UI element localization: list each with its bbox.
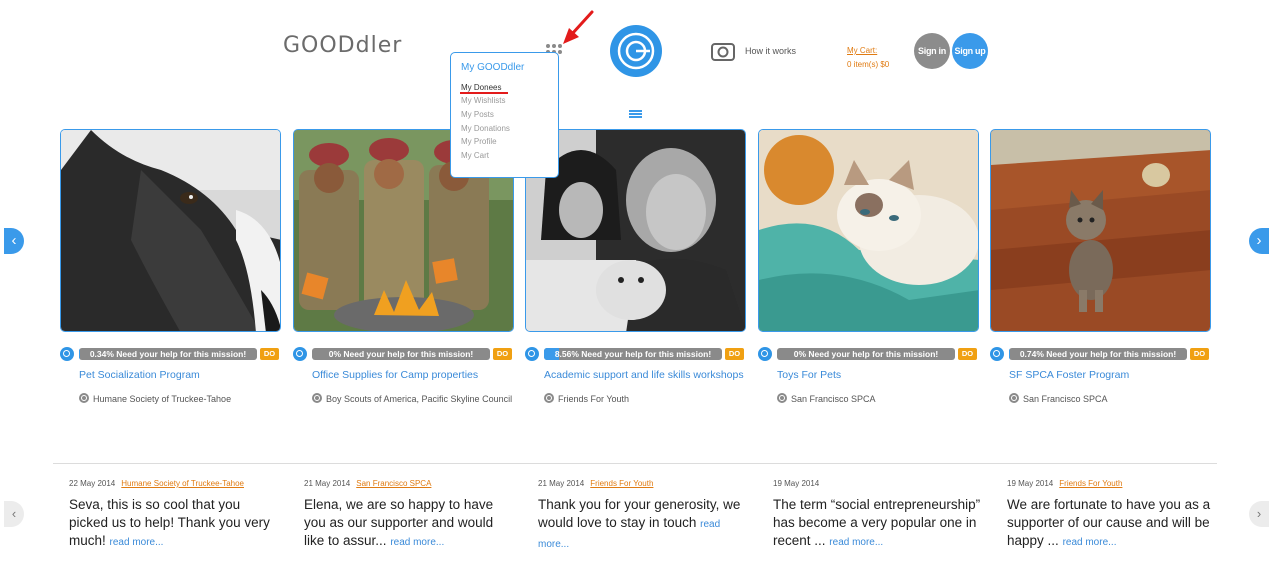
testimonial-body: Seva, this is so cool that you picked us… bbox=[69, 497, 270, 548]
testimonial-meta: 21 May 2014 Friends For Youth bbox=[538, 479, 653, 488]
sign-in-button[interactable]: Sign in bbox=[914, 33, 950, 69]
progress-text: 0.74% Need your help for this mission! bbox=[1019, 349, 1177, 359]
progress-text: 8.56% Need your help for this mission! bbox=[554, 349, 712, 359]
card-org[interactable]: Humane Society of Truckee-Tahoe bbox=[79, 393, 231, 404]
card-progress: 0% Need your help for this mission! DO bbox=[758, 347, 978, 361]
testimonial-prev-button[interactable]: ‹ bbox=[4, 501, 24, 527]
card-progress: 0.74% Need your help for this mission! D… bbox=[990, 347, 1210, 361]
read-more-link[interactable]: read more... bbox=[829, 537, 883, 548]
card-progress: 0.34% Need your help for this mission! D… bbox=[60, 347, 280, 361]
dropdown-item-my-wishlists[interactable]: My Wishlists bbox=[461, 96, 505, 105]
dropdown-title[interactable]: My GOODdler bbox=[461, 62, 524, 73]
do-button[interactable]: DO bbox=[958, 348, 977, 360]
how-it-works-icon[interactable] bbox=[711, 43, 735, 61]
dropdown-item-my-donees[interactable]: My Donees bbox=[461, 83, 501, 92]
card-title-link[interactable]: Toys For Pets bbox=[777, 369, 841, 381]
card-progress: 0% Need your help for this mission! DO bbox=[293, 347, 513, 361]
testimonial-text: Elena, we are so happy to have you as ou… bbox=[304, 496, 514, 552]
read-more-link[interactable]: read more... bbox=[110, 537, 164, 548]
testimonial-text: Seva, this is so cool that you picked us… bbox=[69, 496, 279, 552]
testimonial-date: 21 May 2014 bbox=[304, 479, 351, 488]
read-more-link[interactable]: read more... bbox=[1063, 537, 1117, 548]
testimonial-meta: 19 May 2014 bbox=[773, 479, 819, 488]
read-more-link[interactable]: read more... bbox=[390, 537, 444, 548]
cart-link[interactable]: My Cart: bbox=[847, 46, 877, 55]
card-org[interactable]: San Francisco SPCA bbox=[1009, 393, 1108, 404]
org-icon bbox=[777, 393, 787, 403]
gooddler-logo-icon bbox=[60, 347, 74, 361]
card-org[interactable]: Friends For Youth bbox=[544, 393, 629, 404]
my-gooddler-dropdown: My GOODdler My Donees My Wishlists My Po… bbox=[450, 52, 559, 178]
gooddler-logo-icon bbox=[293, 347, 307, 361]
card-title-link[interactable]: Academic support and life skills worksho… bbox=[544, 369, 744, 381]
gooddler-logo-icon bbox=[525, 347, 539, 361]
do-button[interactable]: DO bbox=[493, 348, 512, 360]
testimonial-meta: 21 May 2014 San Francisco SPCA bbox=[304, 479, 431, 488]
dropdown-item-my-posts[interactable]: My Posts bbox=[461, 110, 494, 119]
testimonial-date: 19 May 2014 bbox=[1007, 479, 1054, 488]
testimonial-text: The term “social entrepreneurship” has b… bbox=[773, 496, 983, 552]
card-image-kitten-towel[interactable] bbox=[758, 129, 979, 332]
testimonial-meta: 19 May 2014 Friends For Youth bbox=[1007, 479, 1122, 488]
cart-summary: 0 item(s) $0 bbox=[847, 60, 890, 69]
progress-bar: 8.56% Need your help for this mission! bbox=[544, 348, 722, 360]
card-image-dog[interactable] bbox=[60, 129, 281, 332]
do-button[interactable]: DO bbox=[260, 348, 279, 360]
gooddler-logo-icon[interactable] bbox=[610, 25, 662, 77]
site-logo[interactable]: GOODdler bbox=[283, 33, 402, 58]
testimonial-date: 19 May 2014 bbox=[773, 479, 820, 488]
testimonial-text: We are fortunate to have you as a suppor… bbox=[1007, 496, 1217, 552]
card-title-link[interactable]: Pet Socialization Program bbox=[79, 369, 200, 381]
card-org-name: San Francisco SPCA bbox=[791, 394, 876, 404]
testimonial-next-button[interactable]: › bbox=[1249, 501, 1269, 527]
section-divider bbox=[53, 463, 1217, 464]
card-org[interactable]: San Francisco SPCA bbox=[777, 393, 876, 404]
org-icon bbox=[1009, 393, 1019, 403]
progress-text: 0.34% Need your help for this mission! bbox=[89, 349, 247, 359]
card-image-kitten-floor[interactable] bbox=[990, 129, 1211, 332]
card-org[interactable]: Boy Scouts of America, Pacific Skyline C… bbox=[312, 393, 512, 404]
dropdown-item-my-profile[interactable]: My Profile bbox=[461, 137, 497, 146]
carousel-next-button[interactable]: › bbox=[1249, 228, 1269, 254]
annotation-underline bbox=[460, 92, 508, 94]
carousel-prev-button[interactable]: ‹ bbox=[4, 228, 24, 254]
annotation-arrow-icon bbox=[563, 10, 594, 44]
gooddler-logo-icon bbox=[758, 347, 772, 361]
gooddler-logo-icon bbox=[990, 347, 1004, 361]
testimonial-text: Thank you for your generosity, we would … bbox=[538, 496, 748, 554]
org-icon bbox=[312, 393, 322, 403]
card-org-name: Boy Scouts of America, Pacific Skyline C… bbox=[326, 394, 513, 404]
menu-icon[interactable] bbox=[629, 110, 642, 118]
sign-up-button[interactable]: Sign up bbox=[952, 33, 988, 69]
card-title-link[interactable]: SF SPCA Foster Program bbox=[1009, 369, 1129, 381]
org-icon bbox=[79, 393, 89, 403]
card-org-name: Friends For Youth bbox=[558, 394, 630, 404]
progress-text: 0% Need your help for this mission! bbox=[793, 349, 939, 359]
dropdown-item-my-donations[interactable]: My Donations bbox=[461, 124, 510, 133]
card-org-name: Humane Society of Truckee-Tahoe bbox=[93, 394, 232, 404]
card-title-link[interactable]: Office Supplies for Camp properties bbox=[312, 369, 478, 381]
testimonial-date: 22 May 2014 bbox=[69, 479, 116, 488]
testimonial-meta: 22 May 2014 Humane Society of Truckee-Tah… bbox=[69, 479, 244, 488]
testimonial-org-link[interactable]: San Francisco SPCA bbox=[356, 479, 431, 488]
do-button[interactable]: DO bbox=[1190, 348, 1209, 360]
org-icon bbox=[544, 393, 554, 403]
how-it-works-link[interactable]: How it works bbox=[745, 46, 796, 56]
card-progress: 8.56% Need your help for this mission! D… bbox=[525, 347, 745, 361]
testimonial-org-link[interactable]: Friends For Youth bbox=[590, 479, 653, 488]
do-button[interactable]: DO bbox=[725, 348, 744, 360]
card-org-name: San Francisco SPCA bbox=[1023, 394, 1108, 404]
progress-bar: 0% Need your help for this mission! bbox=[312, 348, 490, 360]
testimonial-org-link[interactable]: Friends For Youth bbox=[1059, 479, 1122, 488]
progress-bar: 0.34% Need your help for this mission! bbox=[79, 348, 257, 360]
dropdown-item-my-cart[interactable]: My Cart bbox=[461, 151, 489, 160]
progress-bar: 0% Need your help for this mission! bbox=[777, 348, 955, 360]
testimonial-org-link[interactable]: Humane Society of Truckee-Tahoe bbox=[121, 479, 244, 488]
testimonial-date: 21 May 2014 bbox=[538, 479, 585, 488]
progress-bar: 0.74% Need your help for this mission! bbox=[1009, 348, 1187, 360]
progress-text: 0% Need your help for this mission! bbox=[328, 349, 474, 359]
